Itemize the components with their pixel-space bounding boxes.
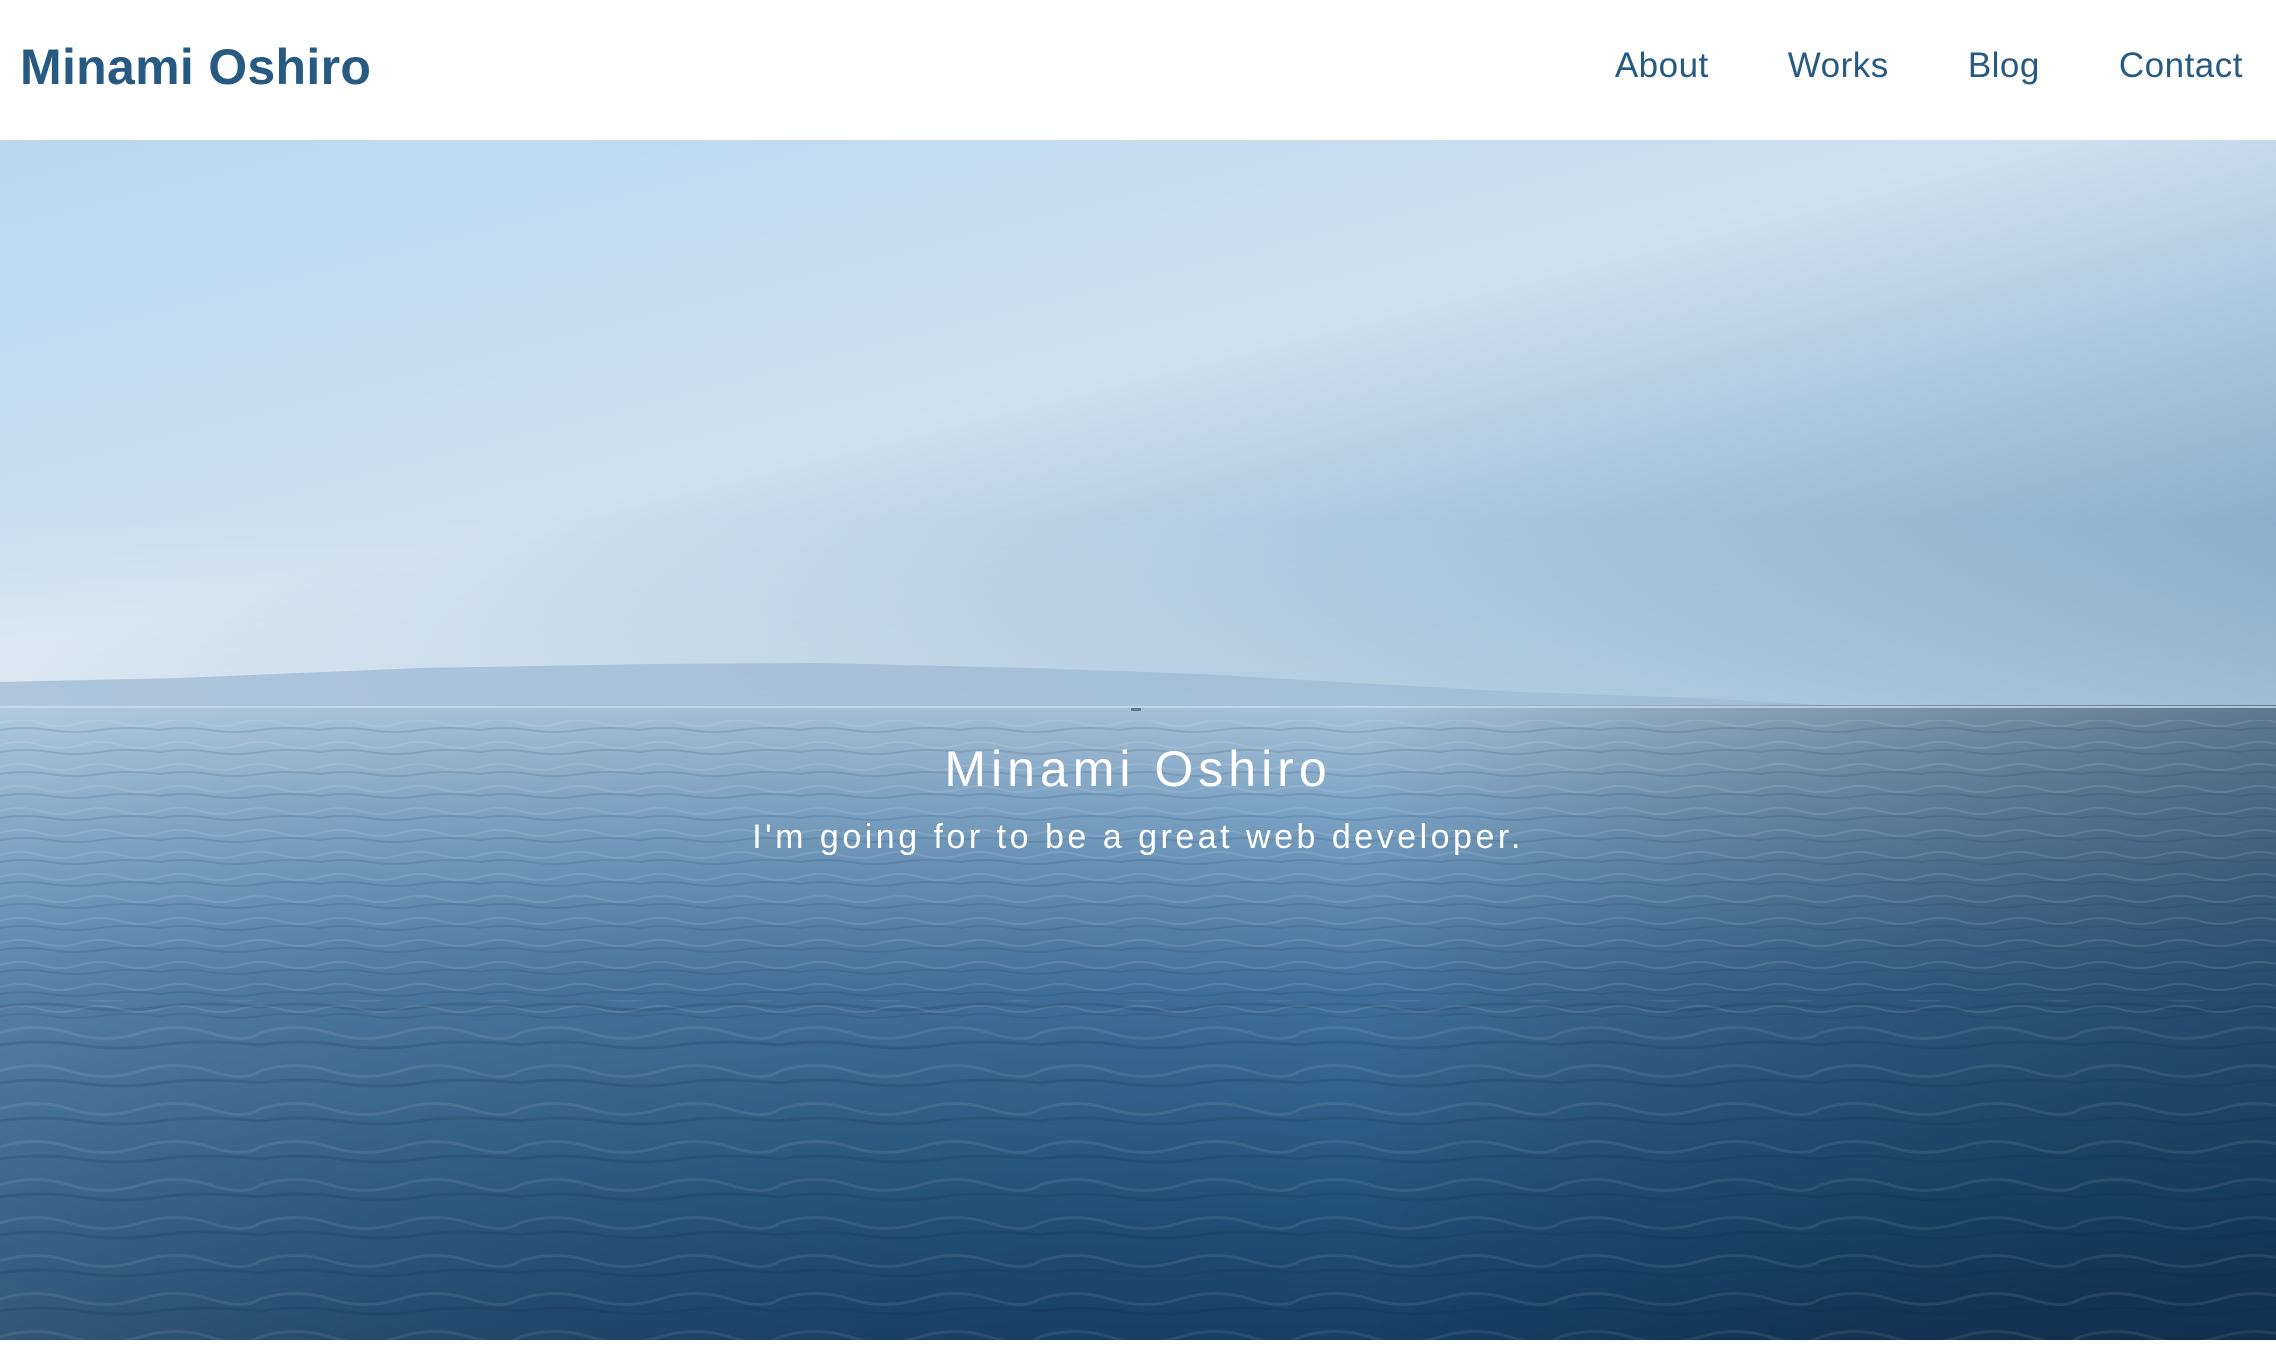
hero-tagline: I'm going for to be a great web develope…: [752, 818, 1524, 856]
nav-link-about[interactable]: About: [1615, 46, 1709, 86]
hero-title: Minami Oshiro: [944, 741, 1332, 797]
nav-link-works[interactable]: Works: [1788, 46, 1889, 86]
site-header: Minami Oshiro About Works Blog Contact: [0, 0, 2276, 140]
nav-link-blog[interactable]: Blog: [1968, 46, 2040, 86]
site-logo-link[interactable]: Minami Oshiro: [20, 38, 371, 96]
nav-link-contact[interactable]: Contact: [2119, 46, 2243, 86]
page-bottom-spacer: [0, 1340, 2276, 1360]
main-nav: About Works Blog Contact: [1615, 46, 2243, 86]
hero-section: Minami Oshiro I'm going for to be a grea…: [0, 140, 2276, 1340]
